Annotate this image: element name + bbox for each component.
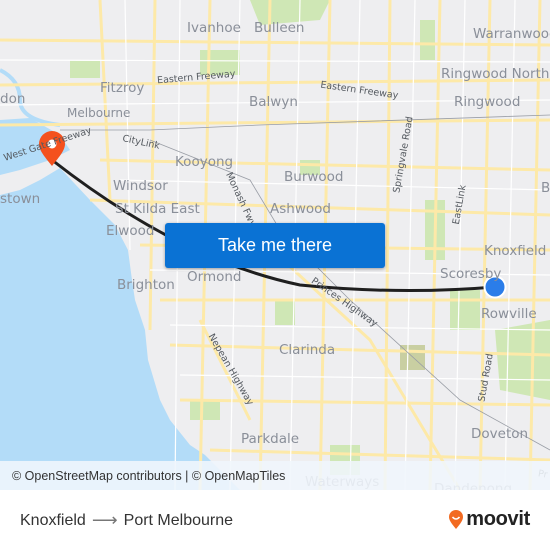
attribution-text[interactable]: © OpenStreetMap contributors | © OpenMap…: [12, 469, 285, 483]
take-me-there-button[interactable]: Take me there: [165, 223, 385, 268]
suburb-label: Clarinda: [279, 342, 336, 358]
route-title: Knoxfield ⟶ Port Melbourne: [20, 510, 233, 531]
suburb-label: Warranwood: [473, 26, 550, 42]
suburb-label: Doveton: [471, 426, 529, 442]
suburb-label: Ringwood: [454, 94, 521, 110]
suburb-label: Burwood: [284, 169, 344, 185]
suburb-label: Melbourne: [67, 106, 131, 120]
suburb-label: Elwood: [106, 223, 155, 239]
suburb-label: Fitzroy: [100, 80, 145, 96]
suburb-label: Kooyong: [175, 154, 234, 170]
suburb-label: Ivanhoe: [187, 20, 241, 36]
moovit-pin-icon: [449, 509, 464, 529]
arrow-right-icon: ⟶: [91, 510, 118, 530]
suburb-label: Scoresby: [440, 266, 502, 282]
moovit-wordmark: moovit: [466, 508, 530, 530]
suburb-label: St Kilda East: [115, 201, 200, 217]
suburb-label: Windsor: [113, 178, 168, 194]
suburb-label: Balwyn: [249, 94, 298, 110]
suburb-label: Ringwood North: [441, 66, 550, 82]
map-attribution: © OpenStreetMap contributors | © OpenMap…: [0, 461, 550, 490]
suburb-label: Brighton: [117, 277, 175, 293]
suburb-label: Knoxfield: [484, 243, 547, 259]
origin-name: Knoxfield: [20, 511, 86, 529]
suburb-label: Rowville: [481, 306, 537, 322]
suburb-label: stown: [0, 191, 41, 207]
suburb-label: Parkdale: [241, 431, 300, 447]
suburb-label: B: [541, 180, 550, 196]
moovit-logo[interactable]: moovit: [448, 508, 530, 531]
map-view[interactable]: Ivanhoe Bulleen Warranwood Fitzroy Ringw…: [0, 0, 550, 490]
suburb-label: Bulleen: [254, 20, 305, 36]
destination-name: Port Melbourne: [123, 511, 234, 529]
footer: Knoxfield ⟶ Port Melbourne moovit: [0, 490, 550, 550]
suburb-label: Ashwood: [270, 201, 331, 217]
suburb-label: Ormond: [187, 269, 242, 285]
suburb-label: don: [0, 91, 26, 107]
